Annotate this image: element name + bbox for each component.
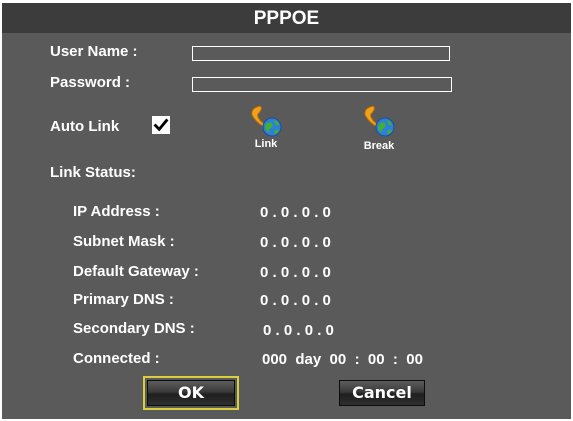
pppoe-dialog: PPPOE User Name : Password : Auto Link L… bbox=[2, 3, 571, 419]
primary-dns-value: 0 . 0 . 0 . 0 bbox=[260, 292, 331, 309]
break-button[interactable]: Break bbox=[357, 105, 401, 153]
default-gateway-value: 0 . 0 . 0 . 0 bbox=[260, 264, 331, 281]
password-field[interactable] bbox=[192, 77, 452, 92]
phone-globe-icon bbox=[251, 105, 282, 137]
break-label: Break bbox=[363, 140, 395, 152]
ok-button[interactable]: OK bbox=[147, 380, 235, 406]
ip-address-label: IP Address : bbox=[73, 203, 160, 220]
dialog-title: PPPOE bbox=[253, 8, 320, 29]
subnet-mask-label: Subnet Mask : bbox=[73, 233, 175, 250]
password-label: Password : bbox=[50, 74, 131, 91]
user-name-field[interactable] bbox=[192, 46, 450, 61]
checkmark-icon bbox=[153, 118, 169, 132]
link-button[interactable]: Link bbox=[244, 105, 288, 153]
link-label: Link bbox=[254, 138, 278, 150]
connected-label: Connected : bbox=[73, 350, 160, 367]
auto-link-checkbox[interactable] bbox=[152, 116, 170, 134]
secondary-dns-label: Secondary DNS : bbox=[73, 320, 195, 337]
ip-address-value: 0 . 0 . 0 . 0 bbox=[260, 204, 331, 221]
secondary-dns-value: 0 . 0 . 0 . 0 bbox=[263, 322, 334, 339]
primary-dns-label: Primary DNS : bbox=[73, 291, 174, 308]
cancel-button[interactable]: Cancel bbox=[339, 380, 425, 406]
title-bar: PPPOE bbox=[2, 3, 571, 33]
phone-globe-icon bbox=[364, 105, 395, 137]
link-status-heading: Link Status: bbox=[50, 164, 136, 181]
auto-link-label: Auto Link bbox=[50, 118, 120, 135]
connected-value: 000 day 00 : 00 : 00 bbox=[262, 351, 423, 368]
default-gateway-label: Default Gateway : bbox=[73, 263, 199, 280]
subnet-mask-value: 0 . 0 . 0 . 0 bbox=[260, 234, 331, 251]
user-name-label: User Name : bbox=[50, 43, 138, 60]
